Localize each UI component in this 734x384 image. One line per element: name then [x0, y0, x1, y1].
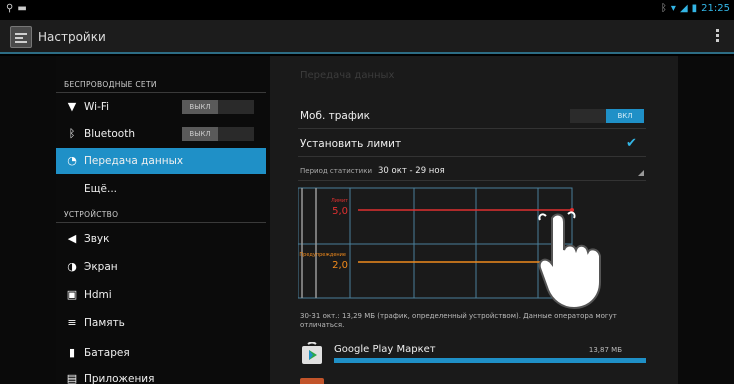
limit-label: Лимит [331, 198, 348, 204]
app-usage-row[interactable]: Google Play Маркет 13,87 МБ [300, 340, 648, 370]
storage-icon: ≡ [67, 316, 77, 329]
sidebar-item-label: Приложения [84, 373, 155, 384]
section-header-device: УСТРОЙСТВО [64, 210, 119, 219]
period-label: Период статистики [300, 167, 373, 175]
limit-value: 5,0 [332, 206, 348, 217]
next-app-icon [300, 378, 324, 384]
play-store-icon [302, 342, 322, 364]
wifi-status-icon: ▾ [670, 3, 676, 14]
display-icon: ◑ [67, 260, 77, 273]
sidebar-item-sound[interactable]: ◀ Звук [56, 226, 266, 252]
action-bar: Настройки [0, 20, 734, 54]
divider [298, 156, 646, 157]
toggle-label: ВКЛ [606, 109, 644, 123]
divider [56, 222, 266, 223]
sidebar-item-wifi[interactable]: ▼ Wi-Fi ВЫКЛ [56, 94, 266, 120]
divider [298, 180, 646, 181]
chart-frame [298, 187, 573, 299]
app-size: 13,87 МБ [588, 346, 622, 354]
set-limit-checkbox[interactable]: ✔ [626, 136, 637, 151]
sidebar-item-apps[interactable]: ▤ Приложения [56, 366, 266, 384]
wifi-icon: ▼ [67, 100, 77, 113]
warning-value: 2,0 [332, 260, 348, 271]
pane-title: Передача данных [300, 70, 395, 81]
bluetooth-toggle[interactable]: ВЫКЛ [182, 127, 254, 141]
battery-icon: ▮ [68, 346, 76, 359]
sound-icon: ◀ [67, 232, 77, 245]
sidebar-item-bluetooth[interactable]: ᛒ Bluetooth ВЫКЛ [56, 121, 266, 147]
sidebar-item-label: Батарея [84, 347, 130, 359]
mobile-traffic-label: Моб. трафик [300, 110, 370, 122]
battery-status-icon: ▮ [691, 3, 698, 14]
sidebar-item-label: Bluetooth [84, 128, 135, 140]
toggle-label: ВЫКЛ [182, 100, 218, 114]
sidebar-item-label: Экран [84, 261, 118, 273]
app-usage-bar [334, 358, 646, 363]
bluetooth-status-icon: ᛒ [660, 3, 667, 14]
sidebar-item-label: Ещё... [84, 183, 117, 195]
hdmi-icon: ▣ [66, 288, 78, 301]
sidebar-item-battery[interactable]: ▮ Батарея [56, 340, 266, 366]
warning-label: Предупреждение [299, 252, 346, 258]
sidebar-item-storage[interactable]: ≡ Память [56, 310, 266, 336]
data-usage-chart: Лимит 5,0 Предупреждение 2,0 [298, 187, 574, 299]
sidebar-item-label: Память [84, 317, 125, 329]
sidebar-item-data-usage[interactable]: ◔ Передача данных [56, 148, 266, 174]
app-name: Google Play Маркет [334, 344, 436, 355]
usb-icon: ⚲ [6, 3, 14, 14]
sidebar-item-hdmi[interactable]: ▣ Hdmi [56, 282, 266, 308]
usage-note: 30-31 окт.: 13,29 МБ (трафик, определенн… [300, 312, 617, 329]
settings-app-icon[interactable] [10, 26, 32, 48]
pointing-hand-icon [538, 211, 601, 310]
divider [298, 128, 646, 129]
wifi-toggle[interactable]: ВЫКЛ [182, 100, 254, 114]
settings-sidebar: БЕСПРОВОДНЫЕ СЕТИ ▼ Wi-Fi ВЫКЛ ᛒ Bluetoo… [56, 56, 270, 384]
sidebar-item-display[interactable]: ◑ Экран [56, 254, 266, 280]
toggle-label: ВЫКЛ [182, 127, 218, 141]
period-selector[interactable]: Период статистики 30 окт - 29 ноя [300, 166, 445, 176]
clock: 21:25 [701, 3, 730, 14]
content: БЕСПРОВОДНЫЕ СЕТИ ▼ Wi-Fi ВЫКЛ ᛒ Bluetoo… [0, 56, 734, 384]
data-usage-pane: Передача данных Моб. трафик ВКЛ Установи… [270, 56, 678, 384]
app-title: Настройки [38, 30, 106, 44]
dropdown-corner-icon [638, 170, 644, 176]
sidebar-item-label: Передача данных [84, 155, 184, 167]
apps-icon: ▤ [66, 372, 78, 384]
sidebar-item-label: Hdmi [84, 289, 112, 301]
divider [56, 92, 266, 93]
signal-status-icon: ◢ [679, 3, 688, 14]
sidebar-item-label: Wi-Fi [84, 101, 110, 113]
data-usage-icon: ◔ [67, 154, 77, 167]
notification-icon: ▬ [17, 3, 27, 14]
bluetooth-icon: ᛒ [68, 127, 76, 140]
sidebar-item-label: Звук [84, 233, 110, 245]
sidebar-item-more[interactable]: Ещё... [56, 176, 266, 202]
section-header-wireless: БЕСПРОВОДНЫЕ СЕТИ [64, 80, 157, 89]
set-limit-label: Установить лимит [300, 138, 402, 150]
mobile-traffic-toggle[interactable]: ВКЛ [570, 109, 644, 123]
status-bar: ⚲ ▬ ᛒ ▾ ◢ ▮ 21:25 [0, 0, 734, 20]
overflow-menu-icon[interactable] [716, 29, 720, 44]
period-value: 30 окт - 29 ноя [378, 166, 445, 176]
